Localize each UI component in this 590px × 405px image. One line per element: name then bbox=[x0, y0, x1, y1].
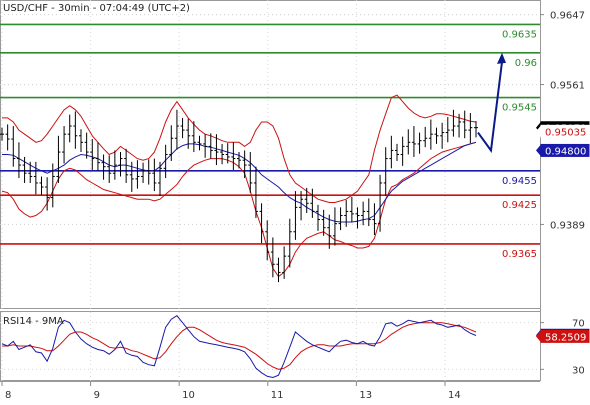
level-label: 0.96 bbox=[515, 58, 537, 69]
level-label: 0.9545 bbox=[502, 103, 537, 114]
chart-title: USD/CHF - 30min - 07:04:49 (UTC+2) bbox=[3, 3, 190, 14]
price-tick-label: 0.9561 bbox=[550, 81, 585, 92]
level-label: 0.9425 bbox=[502, 200, 537, 211]
time-tick-label: 14 bbox=[448, 390, 461, 401]
time-tick-label: 13 bbox=[359, 390, 372, 401]
bollinger-price-box-text: 0.95035 bbox=[545, 127, 586, 138]
rsi-ma-value-box-text: 58.2509 bbox=[545, 332, 586, 343]
time-tick-label: 11 bbox=[271, 390, 284, 401]
time-tick-label: 9 bbox=[94, 390, 100, 401]
rsi-tick-label: 30 bbox=[572, 365, 585, 376]
price-tick-label: 0.9389 bbox=[550, 220, 585, 231]
level-label: 0.9365 bbox=[502, 249, 537, 260]
ma-price-box-text: 0.94800 bbox=[545, 146, 586, 157]
rsi-ma-value-box: 58.2509 bbox=[536, 329, 590, 343]
rsi-tick-label: 70 bbox=[572, 319, 585, 330]
time-tick-label: 10 bbox=[182, 390, 195, 401]
ma-price-box: 0.94800 bbox=[536, 143, 590, 157]
price-tick-label: 0.9647 bbox=[550, 11, 585, 22]
level-label: 0.9635 bbox=[502, 29, 537, 40]
rsi-panel-title: RSI14 - 9MA bbox=[3, 316, 64, 327]
chart: 0.9635 0.96 0.9545 0.9455 0.9425 0.9365 0.964… bbox=[0, 0, 590, 405]
level-label: 0.9455 bbox=[502, 176, 537, 187]
bollinger-price-box: 0.95035 bbox=[536, 124, 590, 138]
time-tick-label: 8 bbox=[5, 390, 11, 401]
